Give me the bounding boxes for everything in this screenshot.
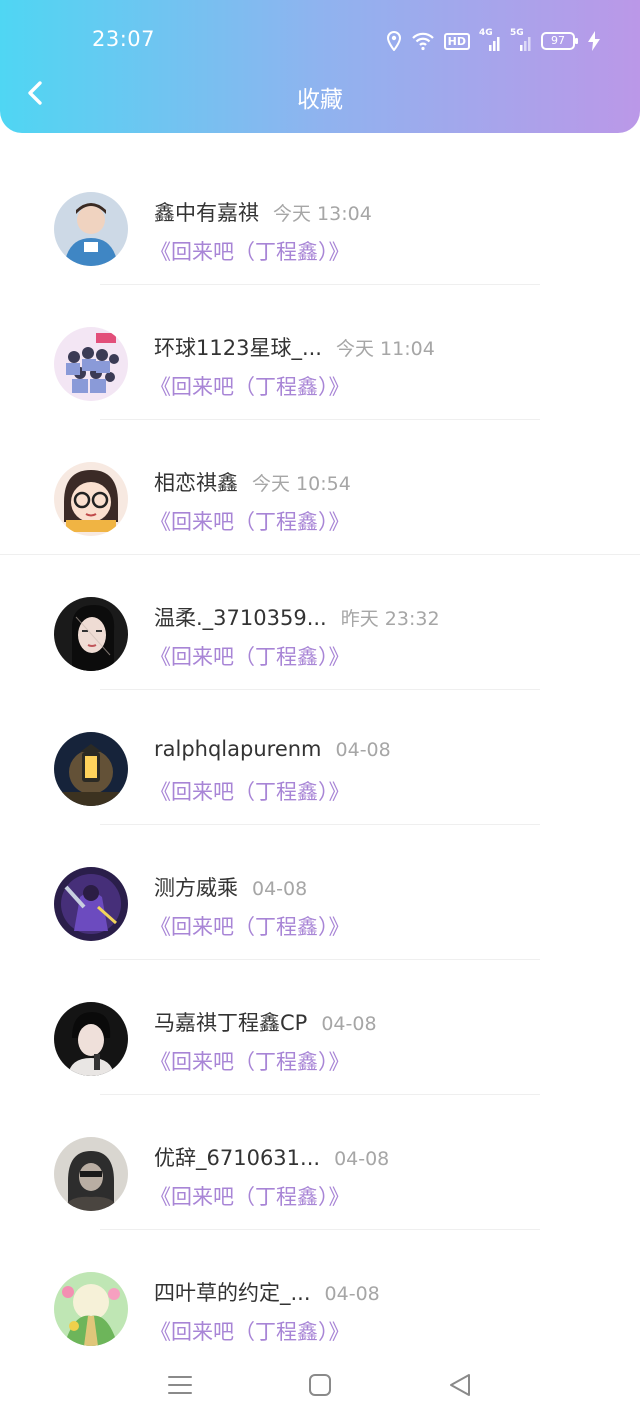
avatar[interactable] bbox=[54, 732, 128, 806]
work-title-link[interactable]: 《回来吧（丁程鑫）》 bbox=[150, 641, 350, 671]
user-name: 四叶草的约定_... bbox=[154, 1281, 311, 1305]
system-back-button[interactable] bbox=[430, 1357, 490, 1417]
avatar[interactable] bbox=[54, 1272, 128, 1346]
work-title-link[interactable]: 《回来吧（丁程鑫）》 bbox=[150, 506, 350, 536]
battery-icon: 97 bbox=[541, 32, 578, 50]
user-name: 优辞_6710631... bbox=[154, 1146, 321, 1170]
user-name: 马嘉祺丁程鑫CP bbox=[154, 1011, 308, 1035]
user-name: 鑫中有嘉祺 bbox=[154, 201, 259, 225]
charging-icon bbox=[588, 31, 600, 51]
user-name: 测方威乘 bbox=[154, 876, 238, 900]
status-time: 23:07 bbox=[92, 27, 156, 51]
user-name-row: 相恋祺鑫 今天 10:54 bbox=[154, 467, 351, 497]
home-button[interactable] bbox=[290, 1357, 350, 1417]
system-nav-bar bbox=[0, 1352, 640, 1422]
work-title-link[interactable]: 《回来吧（丁程鑫）》 bbox=[150, 1046, 350, 1076]
menu-button[interactable] bbox=[150, 1357, 210, 1417]
avatar[interactable] bbox=[54, 1137, 128, 1211]
location-icon bbox=[386, 31, 402, 51]
work-title-link[interactable]: 《回来吧（丁程鑫）》 bbox=[150, 1181, 350, 1211]
list-item[interactable]: 优辞_6710631... 04-08 《回来吧（丁程鑫）》 bbox=[0, 1095, 640, 1230]
page-title: 收藏 bbox=[297, 87, 343, 113]
favorite-time: 04-08 bbox=[334, 1148, 390, 1170]
work-title-link[interactable]: 《回来吧（丁程鑫）》 bbox=[150, 371, 350, 401]
work-title-link[interactable]: 《回来吧（丁程鑫）》 bbox=[150, 1316, 350, 1346]
favorites-list: 鑫中有嘉祺 今天 13:04 《回来吧（丁程鑫）》 环球1123星球_... 今天 … bbox=[0, 150, 640, 1350]
user-name: 环球1123星球_... bbox=[154, 336, 322, 360]
list-item[interactable]: 环球1123星球_... 今天 11:04 《回来吧（丁程鑫）》 bbox=[0, 285, 640, 420]
status-icons: HD 4G 5G 97 bbox=[386, 28, 600, 54]
work-title-link[interactable]: 《回来吧（丁程鑫）》 bbox=[150, 236, 350, 266]
user-name-row: 鑫中有嘉祺 今天 13:04 bbox=[154, 197, 372, 227]
user-name: 相恋祺鑫 bbox=[154, 471, 238, 495]
list-item[interactable]: 相恋祺鑫 今天 10:54 《回来吧（丁程鑫）》 bbox=[0, 420, 640, 555]
back-triangle-icon bbox=[448, 1373, 472, 1401]
list-item[interactable]: 马嘉祺丁程鑫CP 04-08 《回来吧（丁程鑫）》 bbox=[0, 960, 640, 1095]
favorite-time: 04-08 bbox=[324, 1283, 380, 1305]
favorite-time: 今天 10:54 bbox=[252, 473, 351, 495]
home-square-icon bbox=[308, 1373, 332, 1401]
user-name-row: 环球1123星球_... 今天 11:04 bbox=[154, 332, 435, 362]
user-name-row: ralphqlapurenm 04-08 bbox=[154, 737, 391, 761]
user-name-row: 测方威乘 04-08 bbox=[154, 872, 307, 902]
list-item[interactable]: 温柔._3710359... 昨天 23:32 《回来吧（丁程鑫）》 bbox=[0, 555, 640, 690]
avatar[interactable] bbox=[54, 192, 128, 266]
favorite-time: 今天 13:04 bbox=[273, 203, 372, 225]
favorite-time: 今天 11:04 bbox=[335, 338, 435, 360]
avatar[interactable] bbox=[54, 1002, 128, 1076]
list-item[interactable]: 四叶草的约定_... 04-08 《回来吧（丁程鑫）》 bbox=[0, 1230, 640, 1350]
favorite-time: 04-08 bbox=[252, 878, 308, 900]
avatar[interactable] bbox=[54, 867, 128, 941]
wifi-icon bbox=[411, 31, 435, 51]
avatar[interactable] bbox=[54, 462, 128, 536]
menu-icon bbox=[167, 1374, 193, 1400]
signal-icon: 4G bbox=[479, 28, 501, 52]
list-item[interactable]: ralphqlapurenm 04-08 《回来吧（丁程鑫）》 bbox=[0, 690, 640, 825]
list-item[interactable]: 测方威乘 04-08 《回来吧（丁程鑫）》 bbox=[0, 825, 640, 960]
user-name-row: 马嘉祺丁程鑫CP 04-08 bbox=[154, 1007, 377, 1037]
user-name-row: 温柔._3710359... 昨天 23:32 bbox=[154, 602, 440, 632]
favorite-time: 昨天 23:32 bbox=[340, 608, 440, 630]
avatar[interactable] bbox=[54, 327, 128, 401]
work-title-link[interactable]: 《回来吧（丁程鑫）》 bbox=[150, 911, 350, 941]
signal-icon: 5G bbox=[510, 28, 532, 52]
favorite-time: 04-08 bbox=[335, 739, 391, 761]
user-name: ralphqlapurenm bbox=[154, 737, 322, 761]
hd-icon: HD bbox=[443, 32, 470, 50]
header-bar: 23:07 HD 4G 5G 97 收藏 bbox=[0, 0, 640, 133]
user-name-row: 四叶草的约定_... 04-08 bbox=[154, 1277, 380, 1307]
user-name-row: 优辞_6710631... 04-08 bbox=[154, 1142, 389, 1172]
list-item[interactable]: 鑫中有嘉祺 今天 13:04 《回来吧（丁程鑫）》 bbox=[0, 150, 640, 285]
favorite-time: 04-08 bbox=[321, 1013, 377, 1035]
avatar[interactable] bbox=[54, 597, 128, 671]
work-title-link[interactable]: 《回来吧（丁程鑫）》 bbox=[150, 776, 350, 806]
user-name: 温柔._3710359... bbox=[154, 606, 327, 630]
